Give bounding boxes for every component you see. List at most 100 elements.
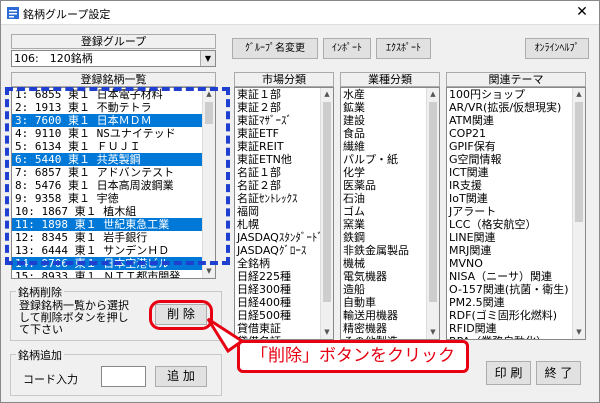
delete-button-highlight xyxy=(149,300,213,330)
industry-item[interactable]: 精密機器 xyxy=(341,322,439,335)
industry-item[interactable]: 電気機器 xyxy=(341,270,439,283)
chevron-down-icon[interactable]: ▼ xyxy=(200,51,215,66)
export-button[interactable]: ｴｸｽﾎﾟｰﾄ xyxy=(376,38,431,59)
industry-item[interactable]: 窯業 xyxy=(341,218,439,231)
theme-item[interactable]: MRJ関連 xyxy=(447,244,585,257)
scroll-thumb[interactable] xyxy=(575,102,583,222)
industry-rows: 水産 鉱業 建設 食品 繊維 パルプ・紙 化学 医薬品 石油 ゴム 窯業 鉄鋼 非鉄金属製品 機械 電気機器… xyxy=(341,88,439,339)
theme-list[interactable]: 100円ショップ AR/VR(拡張/仮想現実) ATM関連 COP21 GPIF保有 G空… xyxy=(446,87,586,340)
theme-item[interactable]: MVNO xyxy=(447,257,585,270)
code-input[interactable] xyxy=(101,366,146,387)
theme-item[interactable]: ATM関連 xyxy=(447,114,585,127)
theme-item[interactable]: ICT関連 xyxy=(447,166,585,179)
market-list[interactable]: 東証１部 東証２部 東証ﾏｻﾞｰｽﾞ 東証ETF 東証REIT 東証ETN他 名証１部 名証２… xyxy=(234,87,334,340)
theme-item[interactable]: O-157関連(抗菌・衛生) xyxy=(447,283,585,296)
market-item[interactable]: 名証２部 xyxy=(235,179,333,192)
theme-item[interactable]: NISA（ニーサ）関連 xyxy=(447,270,585,283)
theme-item[interactable]: COP21 xyxy=(447,127,585,140)
market-item[interactable]: 日経300種 xyxy=(235,283,333,296)
market-item[interactable]: JASDAQｸﾞﾛｰｽ xyxy=(235,244,333,257)
theme-item[interactable]: G空間情報 xyxy=(447,153,585,166)
market-list-scrollbar[interactable]: ▲ ▼ xyxy=(320,88,333,339)
industry-item[interactable]: 石油 xyxy=(341,192,439,205)
window-title: 銘柄グループ設定 xyxy=(23,8,111,21)
market-item[interactable]: 全銘柄 xyxy=(235,257,333,270)
market-rows: 東証１部 東証２部 東証ﾏｻﾞｰｽﾞ 東証ETF 東証REIT 東証ETN他 名証１部 名証２… xyxy=(235,88,333,339)
industry-item[interactable]: 自動車 xyxy=(341,296,439,309)
scroll-up-icon[interactable]: ▲ xyxy=(427,88,439,101)
theme-list-scrollbar[interactable]: ▲ ▼ xyxy=(572,88,585,339)
stock-row[interactable]: 15: 8933 東１ ＮＴＴ都市開発 xyxy=(12,270,215,278)
theme-item[interactable]: 100円ショップ xyxy=(447,88,585,101)
market-item[interactable]: 札幌 xyxy=(235,218,333,231)
industry-item[interactable]: 繊維 xyxy=(341,140,439,153)
theme-item[interactable]: Jアラート xyxy=(447,205,585,218)
industry-item[interactable]: 輸送用機器 xyxy=(341,309,439,322)
group-select[interactable]: 106: 120銘柄 ▼ xyxy=(11,50,216,67)
industry-item[interactable]: 化学 xyxy=(341,166,439,179)
market-item[interactable]: JASDAQｽﾀﾝﾀﾞｰﾄﾞ xyxy=(235,231,333,244)
scroll-up-icon[interactable]: ▲ xyxy=(573,88,585,101)
scroll-down-icon[interactable]: ▼ xyxy=(321,326,333,339)
industry-item[interactable]: 鉄鋼 xyxy=(341,231,439,244)
market-item[interactable]: 東証REIT xyxy=(235,140,333,153)
theme-item[interactable]: IoT関連 xyxy=(447,192,585,205)
group-select-value: 106: 120銘柄 xyxy=(14,52,93,65)
market-item[interactable]: 東証ETF xyxy=(235,127,333,140)
code-input-label: コード入力 xyxy=(23,373,78,386)
market-item[interactable]: 東証ﾏｻﾞｰｽﾞ xyxy=(235,114,333,127)
market-item[interactable]: 名証ｾﾝﾄﾚｯｸｽ xyxy=(235,192,333,205)
print-button[interactable]: 印 刷 xyxy=(486,361,531,385)
industry-item[interactable]: 非鉄金属製品 xyxy=(341,244,439,257)
rename-group-button[interactable]: ｸﾞﾙｰﾌﾟ名変更 xyxy=(232,38,318,59)
market-header: 市場分類 xyxy=(234,72,334,87)
online-help-button[interactable]: ｵﾝﾗｲﾝﾍﾙﾌﾟ xyxy=(525,38,589,59)
theme-item[interactable]: LINE関連 xyxy=(447,231,585,244)
market-item[interactable]: 名証１部 xyxy=(235,166,333,179)
theme-item[interactable]: AR/VR(拡張/仮想現実) xyxy=(447,101,585,114)
market-item[interactable]: 日経225種 xyxy=(235,270,333,283)
market-item[interactable]: 日経400種 xyxy=(235,296,333,309)
scroll-down-icon[interactable]: ▼ xyxy=(203,265,215,278)
delete-help-line3: て下さい xyxy=(19,323,63,336)
close-icon[interactable]: ✕ xyxy=(565,1,599,24)
theme-item[interactable]: RDF(ゴミ固形化燃料) xyxy=(447,309,585,322)
import-button[interactable]: ｲﾝﾎﾟｰﾄ xyxy=(323,38,371,59)
exit-button[interactable]: 終 了 xyxy=(536,361,581,385)
add-button[interactable]: 追 加 xyxy=(155,366,207,387)
market-item[interactable]: 福岡 xyxy=(235,205,333,218)
market-item[interactable]: 東証１部 xyxy=(235,88,333,101)
theme-item[interactable]: LCC（格安航空） xyxy=(447,218,585,231)
industry-item[interactable]: パルプ・紙 xyxy=(341,153,439,166)
industry-item[interactable]: 水産 xyxy=(341,88,439,101)
theme-item[interactable]: IR支援 xyxy=(447,179,585,192)
scroll-thumb[interactable] xyxy=(429,102,437,302)
industry-header: 業種分類 xyxy=(340,72,440,87)
theme-item[interactable]: RFID関連 xyxy=(447,322,585,335)
title-bar: 銘柄グループ設定 ✕ xyxy=(1,1,599,25)
industry-item[interactable]: 食品 xyxy=(341,127,439,140)
scroll-thumb[interactable] xyxy=(323,102,331,302)
group-header: 登録グループ xyxy=(11,34,216,49)
industry-item[interactable]: 機械 xyxy=(341,257,439,270)
industry-item[interactable]: ゴム xyxy=(341,205,439,218)
scroll-down-icon[interactable]: ▼ xyxy=(427,326,439,339)
industry-item[interactable]: 鉱業 xyxy=(341,101,439,114)
market-item[interactable]: 東証２部 xyxy=(235,101,333,114)
industry-item[interactable]: 造船 xyxy=(341,283,439,296)
market-item[interactable]: 貸借東証 xyxy=(235,322,333,335)
scroll-up-icon[interactable]: ▲ xyxy=(321,88,333,101)
theme-item[interactable]: PM2.5関連 xyxy=(447,296,585,309)
industry-item[interactable]: 医薬品 xyxy=(341,179,439,192)
theme-item[interactable]: RPA（業務自動化） xyxy=(447,335,585,339)
market-item[interactable]: 東証ETN他 xyxy=(235,153,333,166)
dialog-window: 銘柄グループ設定 ✕ 登録グループ 106: 120銘柄 ▼ 登録銘柄一覧 1:… xyxy=(0,0,600,403)
theme-rows: 100円ショップ AR/VR(拡張/仮想現実) ATM関連 COP21 GPIF保有 G空… xyxy=(447,88,585,339)
industry-item[interactable]: 建設 xyxy=(341,114,439,127)
industry-list-scrollbar[interactable]: ▲ ▼ xyxy=(426,88,439,339)
industry-list[interactable]: 水産 鉱業 建設 食品 繊維 パルプ・紙 化学 医薬品 石油 ゴム 窯業 鉄鋼 非鉄金属製品 機械 電気機器… xyxy=(340,87,440,340)
market-item[interactable]: 日経500種 xyxy=(235,309,333,322)
stock-list-header: 登録銘柄一覧 xyxy=(11,72,216,87)
theme-item[interactable]: GPIF保有 xyxy=(447,140,585,153)
scroll-down-icon[interactable]: ▼ xyxy=(573,326,585,339)
